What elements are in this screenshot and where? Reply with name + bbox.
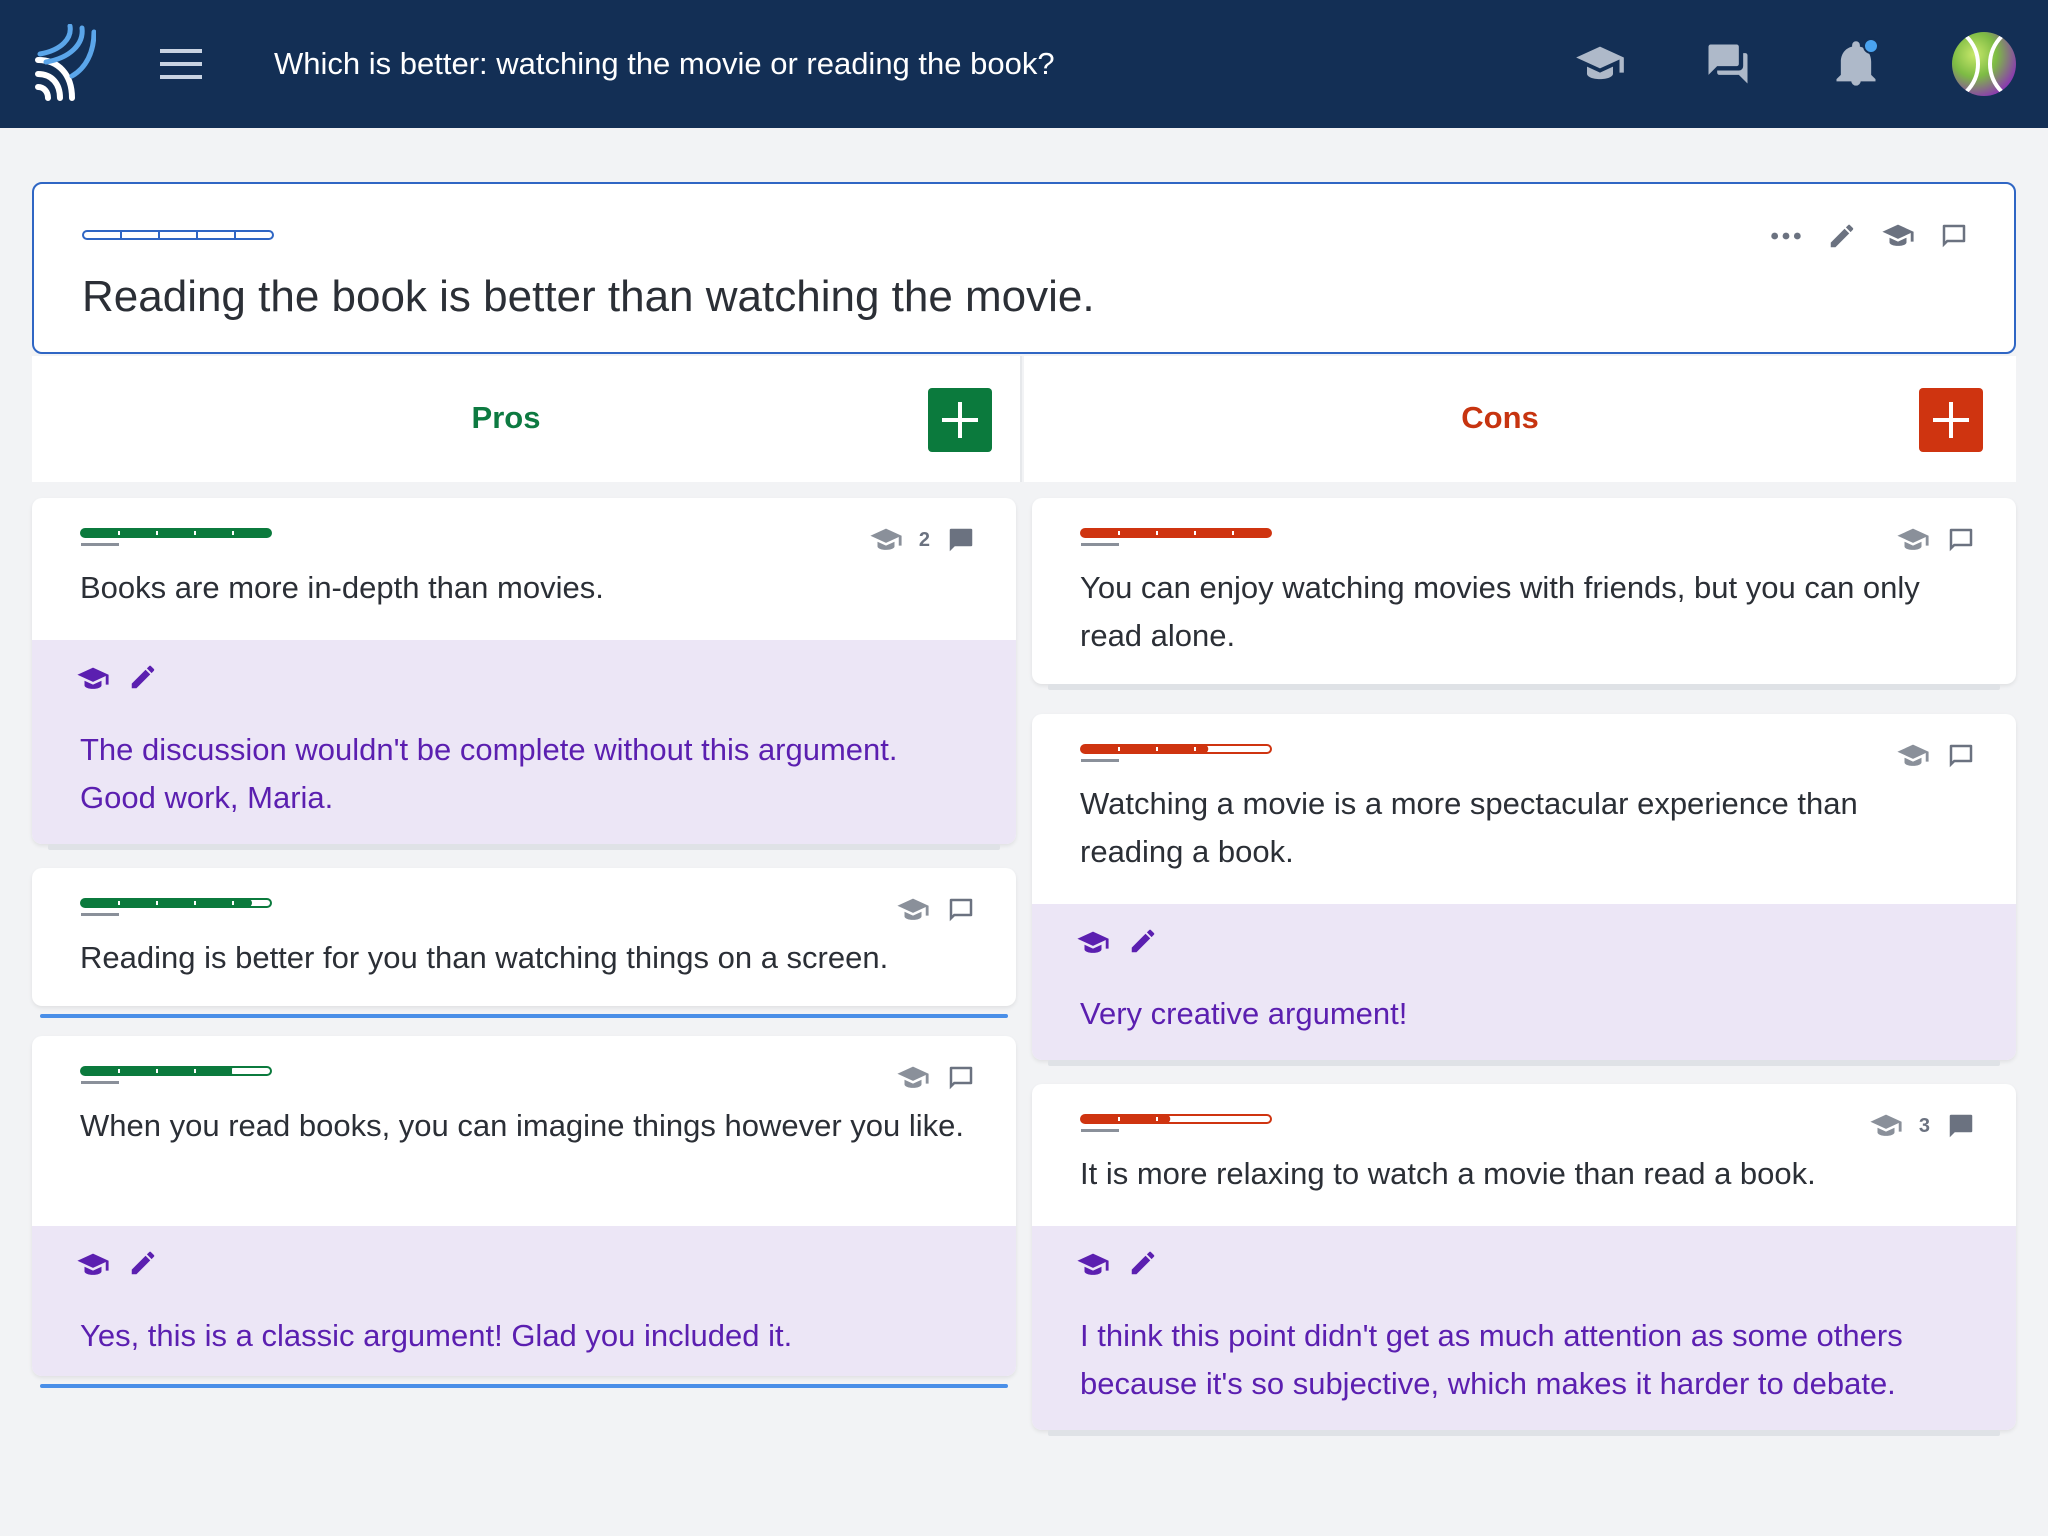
teacher-feedback: The discussion wouldn't be complete with… xyxy=(32,640,1016,844)
argument-text: It is more relaxing to watch a movie tha… xyxy=(1080,1156,1816,1191)
con-strength-meter xyxy=(1080,1114,1272,1132)
card-meta: 2 xyxy=(869,520,976,560)
teacher-feedback: I think this point didn't get as much at… xyxy=(1032,1226,2016,1430)
comment-count: 3 xyxy=(1918,1114,1930,1137)
comment-icon[interactable] xyxy=(946,895,976,925)
mortarboard-icon[interactable] xyxy=(1896,739,1930,773)
discussion-title: Which is better: watching the movie or r… xyxy=(274,46,1055,81)
mortarboard-icon xyxy=(1881,219,1915,253)
claim-toolbar xyxy=(1766,212,1974,260)
card-meta xyxy=(896,890,976,930)
card-meta: 3 xyxy=(1869,1106,1976,1146)
argument-text: When you read books, you can imagine thi… xyxy=(80,1108,964,1143)
mortarboard-icon[interactable] xyxy=(1896,523,1930,557)
card-meta xyxy=(1896,520,1976,560)
con-strength-meter xyxy=(1080,744,1272,762)
card-meta xyxy=(896,1058,976,1098)
card-selection-underline xyxy=(40,1384,1008,1388)
cons-label: Cons xyxy=(1461,400,1539,435)
feedback-text: The discussion wouldn't be complete with… xyxy=(80,732,898,815)
claim-strength-meter xyxy=(82,230,274,240)
main-claim-text: Reading the book is better than watching… xyxy=(82,272,1095,321)
feedback-text: Yes, this is a classic argument! Glad yo… xyxy=(80,1318,793,1353)
comment-icon[interactable] xyxy=(1946,1111,1976,1141)
teacher-feedback: Very creative argument! xyxy=(1032,904,2016,1060)
card-selection-underline xyxy=(40,1014,1008,1018)
mortarboard-icon xyxy=(76,1248,110,1282)
card-stack-edge xyxy=(1048,1430,2000,1436)
claim-comments-button[interactable] xyxy=(1934,216,1974,256)
pro-argument-card[interactable]: 2 Books are more in-depth than movies. T… xyxy=(32,498,1016,844)
comment-icon xyxy=(1939,221,1969,251)
argument-text: Reading is better for you than watching … xyxy=(80,940,889,975)
pro-strength-meter xyxy=(80,898,272,916)
argument-text: Watching a movie is a more spectacular e… xyxy=(1080,786,1858,869)
pencil-icon[interactable] xyxy=(1128,1248,1158,1278)
pro-strength-meter xyxy=(80,528,272,546)
pencil-icon[interactable] xyxy=(128,1248,158,1278)
cons-column-header: Cons xyxy=(1024,356,2016,482)
top-app-bar: Which is better: watching the movie or r… xyxy=(0,0,2048,128)
mortarboard-icon[interactable] xyxy=(1869,1109,1903,1143)
card-stack-edge xyxy=(1048,684,2000,690)
notification-dot xyxy=(1863,38,1879,54)
mortarboard-icon xyxy=(1076,1248,1110,1282)
con-strength-meter xyxy=(1080,528,1272,546)
pros-label: Pros xyxy=(471,400,541,435)
mortarboard-icon xyxy=(76,662,110,696)
teacher-feedback: Yes, this is a classic argument! Glad yo… xyxy=(32,1226,1016,1376)
more-icon xyxy=(1771,232,1801,240)
comment-icon[interactable] xyxy=(1946,525,1976,555)
notifications-button[interactable] xyxy=(1830,38,1882,90)
argument-text: You can enjoy watching movies with frien… xyxy=(1080,570,1920,653)
card-stack-edge xyxy=(48,844,1000,850)
con-argument-card[interactable]: Watching a movie is a more spectacular e… xyxy=(1032,714,2016,1060)
app-logo[interactable] xyxy=(32,24,96,104)
user-avatar[interactable] xyxy=(1952,32,2016,96)
pencil-icon xyxy=(1827,221,1857,251)
mortarboard-icon[interactable] xyxy=(896,893,930,927)
more-options-button[interactable] xyxy=(1766,216,1806,256)
main-claim-card[interactable]: Reading the book is better than watching… xyxy=(32,182,2016,354)
feedback-text: I think this point didn't get as much at… xyxy=(1080,1318,1903,1401)
mortarboard-icon[interactable] xyxy=(869,523,903,557)
pro-strength-meter xyxy=(80,1066,272,1084)
claim-feedback-button[interactable] xyxy=(1878,216,1918,256)
comment-count: 2 xyxy=(918,528,930,551)
pro-argument-card[interactable]: When you read books, you can imagine thi… xyxy=(32,1036,1016,1376)
comment-icon[interactable] xyxy=(946,1063,976,1093)
pro-argument-card[interactable]: Reading is better for you than watching … xyxy=(32,868,1016,1006)
hamburger-menu-icon[interactable] xyxy=(158,44,204,84)
argument-text: Books are more in-depth than movies. xyxy=(80,570,604,605)
pencil-icon[interactable] xyxy=(128,662,158,692)
comment-icon[interactable] xyxy=(1946,741,1976,771)
add-con-button[interactable] xyxy=(1919,388,1983,452)
pros-column-header: Pros xyxy=(32,356,1022,482)
mortarboard-icon xyxy=(1076,926,1110,960)
comment-icon[interactable] xyxy=(946,525,976,555)
con-argument-card[interactable]: You can enjoy watching movies with frien… xyxy=(1032,498,2016,684)
chat-bubbles-icon[interactable] xyxy=(1702,38,1754,90)
card-meta xyxy=(1896,736,1976,776)
feedback-text: Very creative argument! xyxy=(1080,996,1408,1031)
add-pro-button[interactable] xyxy=(928,388,992,452)
con-argument-card[interactable]: 3 It is more relaxing to watch a movie t… xyxy=(1032,1084,2016,1430)
mortarboard-icon[interactable] xyxy=(896,1061,930,1095)
card-stack-edge xyxy=(1048,1060,2000,1066)
mortarboard-icon[interactable] xyxy=(1574,38,1626,90)
edit-claim-button[interactable] xyxy=(1822,216,1862,256)
pencil-icon[interactable] xyxy=(1128,926,1158,956)
